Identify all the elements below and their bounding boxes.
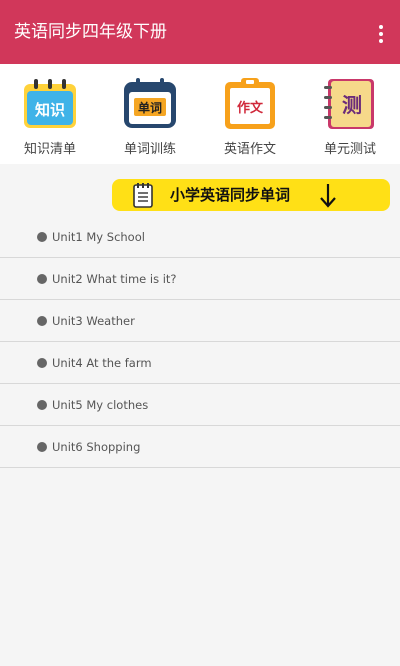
quick-item-english-essay[interactable]: 作文 英语作文 xyxy=(200,78,300,158)
unit-item[interactable]: Unit4 At the farm xyxy=(0,342,400,384)
unit-item[interactable]: Unit3 Weather xyxy=(0,300,400,342)
unit-item[interactable]: Unit2 What time is it? xyxy=(0,258,400,300)
svg-text:知识: 知识 xyxy=(35,101,65,119)
notebook-test-icon: 测 xyxy=(324,79,374,129)
unit-label: Unit5 My clothes xyxy=(52,398,149,412)
unit-item[interactable]: Unit6 Shopping xyxy=(0,426,400,468)
app-title: 英语同步四年级下册 xyxy=(14,22,167,42)
bullet-dot-icon xyxy=(37,274,47,284)
quick-item-label: 知识清单 xyxy=(23,142,76,157)
quick-menu: 知识 知识清单 单词 单词训练 作文 英语作文 测 单元测试 xyxy=(0,64,400,164)
unit-label: Unit4 At the farm xyxy=(52,356,152,370)
bullet-dot-icon xyxy=(37,442,47,452)
quick-item-knowledge-list[interactable]: 知识 知识清单 xyxy=(0,78,100,158)
quick-item-unit-test[interactable]: 测 单元测试 xyxy=(300,78,400,158)
quick-item-label: 单元测试 xyxy=(323,142,376,157)
unit-item[interactable]: Unit1 My School xyxy=(0,216,400,258)
svg-text:测: 测 xyxy=(342,93,362,117)
arrow-down-icon xyxy=(320,184,336,208)
quick-item-label: 英语作文 xyxy=(223,142,276,157)
bullet-dot-icon xyxy=(37,358,47,368)
svg-text:作文: 作文 xyxy=(237,100,264,116)
note-icon xyxy=(133,183,153,208)
unit-label: Unit2 What time is it? xyxy=(52,272,177,286)
bullet-dot-icon xyxy=(37,316,47,326)
clipboard-essay-icon: 作文 xyxy=(225,78,275,129)
banner-title: 小学英语同步单词 xyxy=(170,186,291,204)
quick-item-label: 单词训练 xyxy=(123,142,176,157)
overflow-menu-button[interactable] xyxy=(370,22,392,46)
quick-item-vocab-training[interactable]: 单词 单词训练 xyxy=(100,78,200,158)
svg-text:单词: 单词 xyxy=(138,100,162,115)
unit-item[interactable]: Unit5 My clothes xyxy=(0,384,400,426)
section-banner: 小学英语同步单词 xyxy=(112,179,390,211)
app-bar: 英语同步四年级下册 xyxy=(0,0,400,64)
unit-label: Unit1 My School xyxy=(52,230,145,244)
calendar-vocab-icon: 单词 xyxy=(124,78,176,128)
more-vert-icon xyxy=(379,25,383,29)
unit-label: Unit3 Weather xyxy=(52,314,135,328)
unit-label: Unit6 Shopping xyxy=(52,440,141,454)
knowledge-icon: 知识 xyxy=(24,79,76,128)
bullet-dot-icon xyxy=(37,232,47,242)
bullet-dot-icon xyxy=(37,400,47,410)
unit-list: Unit1 My School Unit2 What time is it? U… xyxy=(0,216,400,468)
